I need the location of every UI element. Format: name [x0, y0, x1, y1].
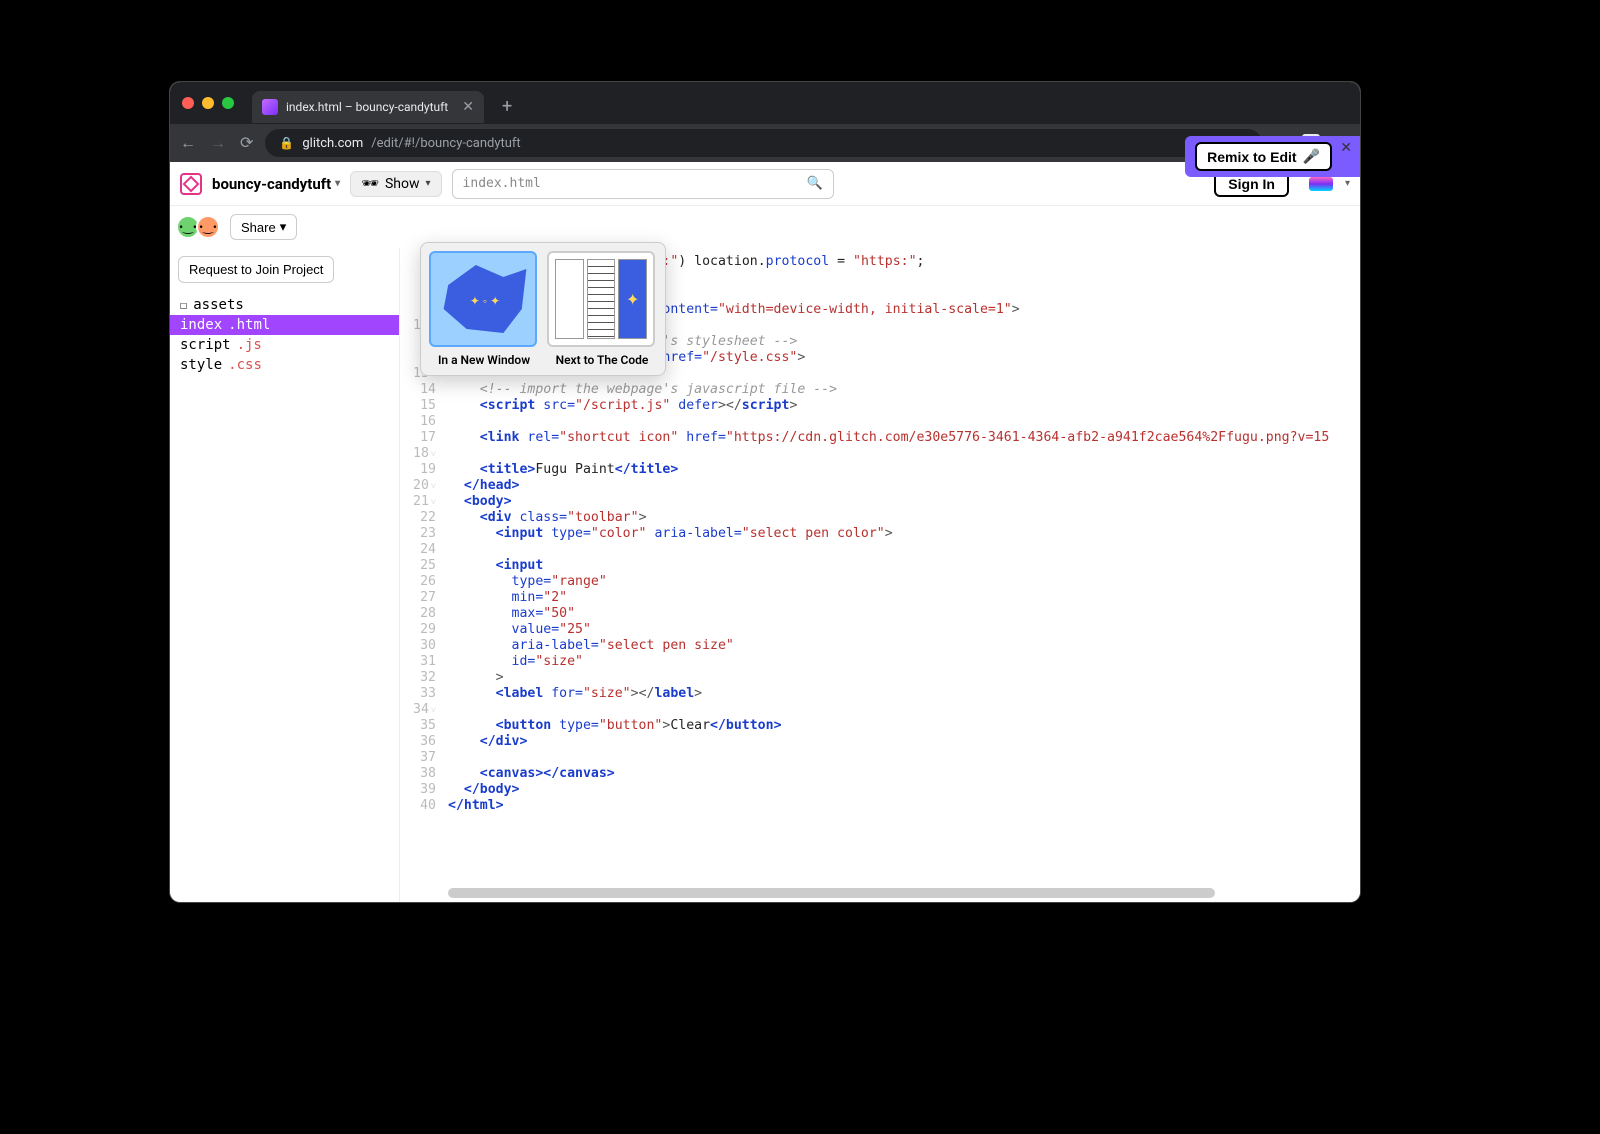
- show-dropdown: In a New Window Next to The Code: [420, 242, 666, 376]
- back-button[interactable]: ←: [180, 133, 196, 153]
- minimize-window-button[interactable]: [202, 97, 214, 109]
- sunglasses-icon: 🕶: [361, 176, 379, 192]
- chevron-down-icon: ▾: [335, 178, 340, 189]
- chevron-down-icon: ▾: [426, 178, 431, 189]
- lock-icon: 🔒: [279, 136, 294, 150]
- share-button[interactable]: Share ▾: [230, 214, 297, 240]
- user-avatar-icon[interactable]: •‿•: [196, 215, 220, 239]
- tab-title: index.html – bouncy-candytuft: [286, 100, 448, 114]
- remix-to-edit-button[interactable]: Remix to Edit 🎤: [1195, 142, 1332, 171]
- chevron-down-icon[interactable]: ▾: [1345, 178, 1350, 189]
- new-tab-button[interactable]: +: [502, 96, 512, 117]
- url-domain: glitch.com: [302, 136, 363, 151]
- request-to-join-button[interactable]: Request to Join Project: [178, 256, 334, 283]
- window-controls: [182, 97, 234, 109]
- close-icon[interactable]: ✕: [1340, 140, 1352, 156]
- browser-window: index.html – bouncy-candytuft ✕ + ← → ⟳ …: [170, 82, 1360, 902]
- project-name-dropdown[interactable]: bouncy-candytuft ▾: [212, 175, 340, 193]
- chevron-down-icon: ▾: [280, 219, 287, 235]
- browser-tab[interactable]: index.html – bouncy-candytuft ✕: [252, 91, 484, 123]
- sidebar-item-assets[interactable]: ☐assets: [170, 295, 399, 315]
- sidebar-item-index-html[interactable]: index.html: [170, 315, 399, 335]
- chrome-toolbar: ← → ⟳ 🔒 glitch.com/edit/#!/bouncy-candyt…: [170, 124, 1360, 162]
- assets-icon: ☐: [180, 298, 187, 312]
- side-by-side-thumbnail: [547, 251, 655, 347]
- reload-button[interactable]: ⟳: [240, 133, 253, 153]
- editor-main: Request to Join Project ☐assets index.ht…: [170, 248, 1360, 902]
- close-tab-icon[interactable]: ✕: [462, 99, 474, 115]
- forward-button[interactable]: →: [210, 133, 226, 153]
- anonymous-avatar-icon[interactable]: [1309, 177, 1333, 191]
- sidebar-item-script-js[interactable]: script.js: [170, 335, 399, 355]
- collab-bar: •‿• •‿• Share ▾: [170, 206, 1360, 248]
- maximize-window-button[interactable]: [222, 97, 234, 109]
- show-option-next-to-code[interactable]: Next to The Code: [547, 251, 657, 367]
- microphone-icon: 🎤: [1303, 148, 1320, 165]
- glitch-header: bouncy-candytuft ▾ 🕶 Show ▾ index.html 🔍…: [170, 162, 1360, 206]
- file-search-input[interactable]: index.html 🔍: [452, 169, 834, 199]
- glitch-logo-icon[interactable]: [180, 173, 202, 195]
- chrome-tab-bar: index.html – bouncy-candytuft ✕ +: [170, 82, 1360, 124]
- horizontal-scrollbar[interactable]: [448, 888, 1350, 898]
- sidebar-item-style-css[interactable]: style.css: [170, 355, 399, 375]
- file-sidebar: Request to Join Project ☐assets index.ht…: [170, 248, 400, 902]
- remix-banner: Remix to Edit 🎤 ✕: [1185, 136, 1360, 177]
- url-path: /edit/#!/bouncy-candytuft: [371, 136, 520, 151]
- address-bar[interactable]: 🔒 glitch.com/edit/#!/bouncy-candytuft: [265, 129, 1261, 157]
- close-window-button[interactable]: [182, 97, 194, 109]
- new-window-thumbnail: [429, 251, 537, 347]
- presence-avatars: •‿• •‿•: [180, 215, 220, 239]
- glitch-favicon-icon: [262, 99, 278, 115]
- show-option-new-window[interactable]: In a New Window: [429, 251, 539, 367]
- search-icon: 🔍: [807, 176, 823, 191]
- show-button[interactable]: 🕶 Show ▾: [350, 171, 441, 197]
